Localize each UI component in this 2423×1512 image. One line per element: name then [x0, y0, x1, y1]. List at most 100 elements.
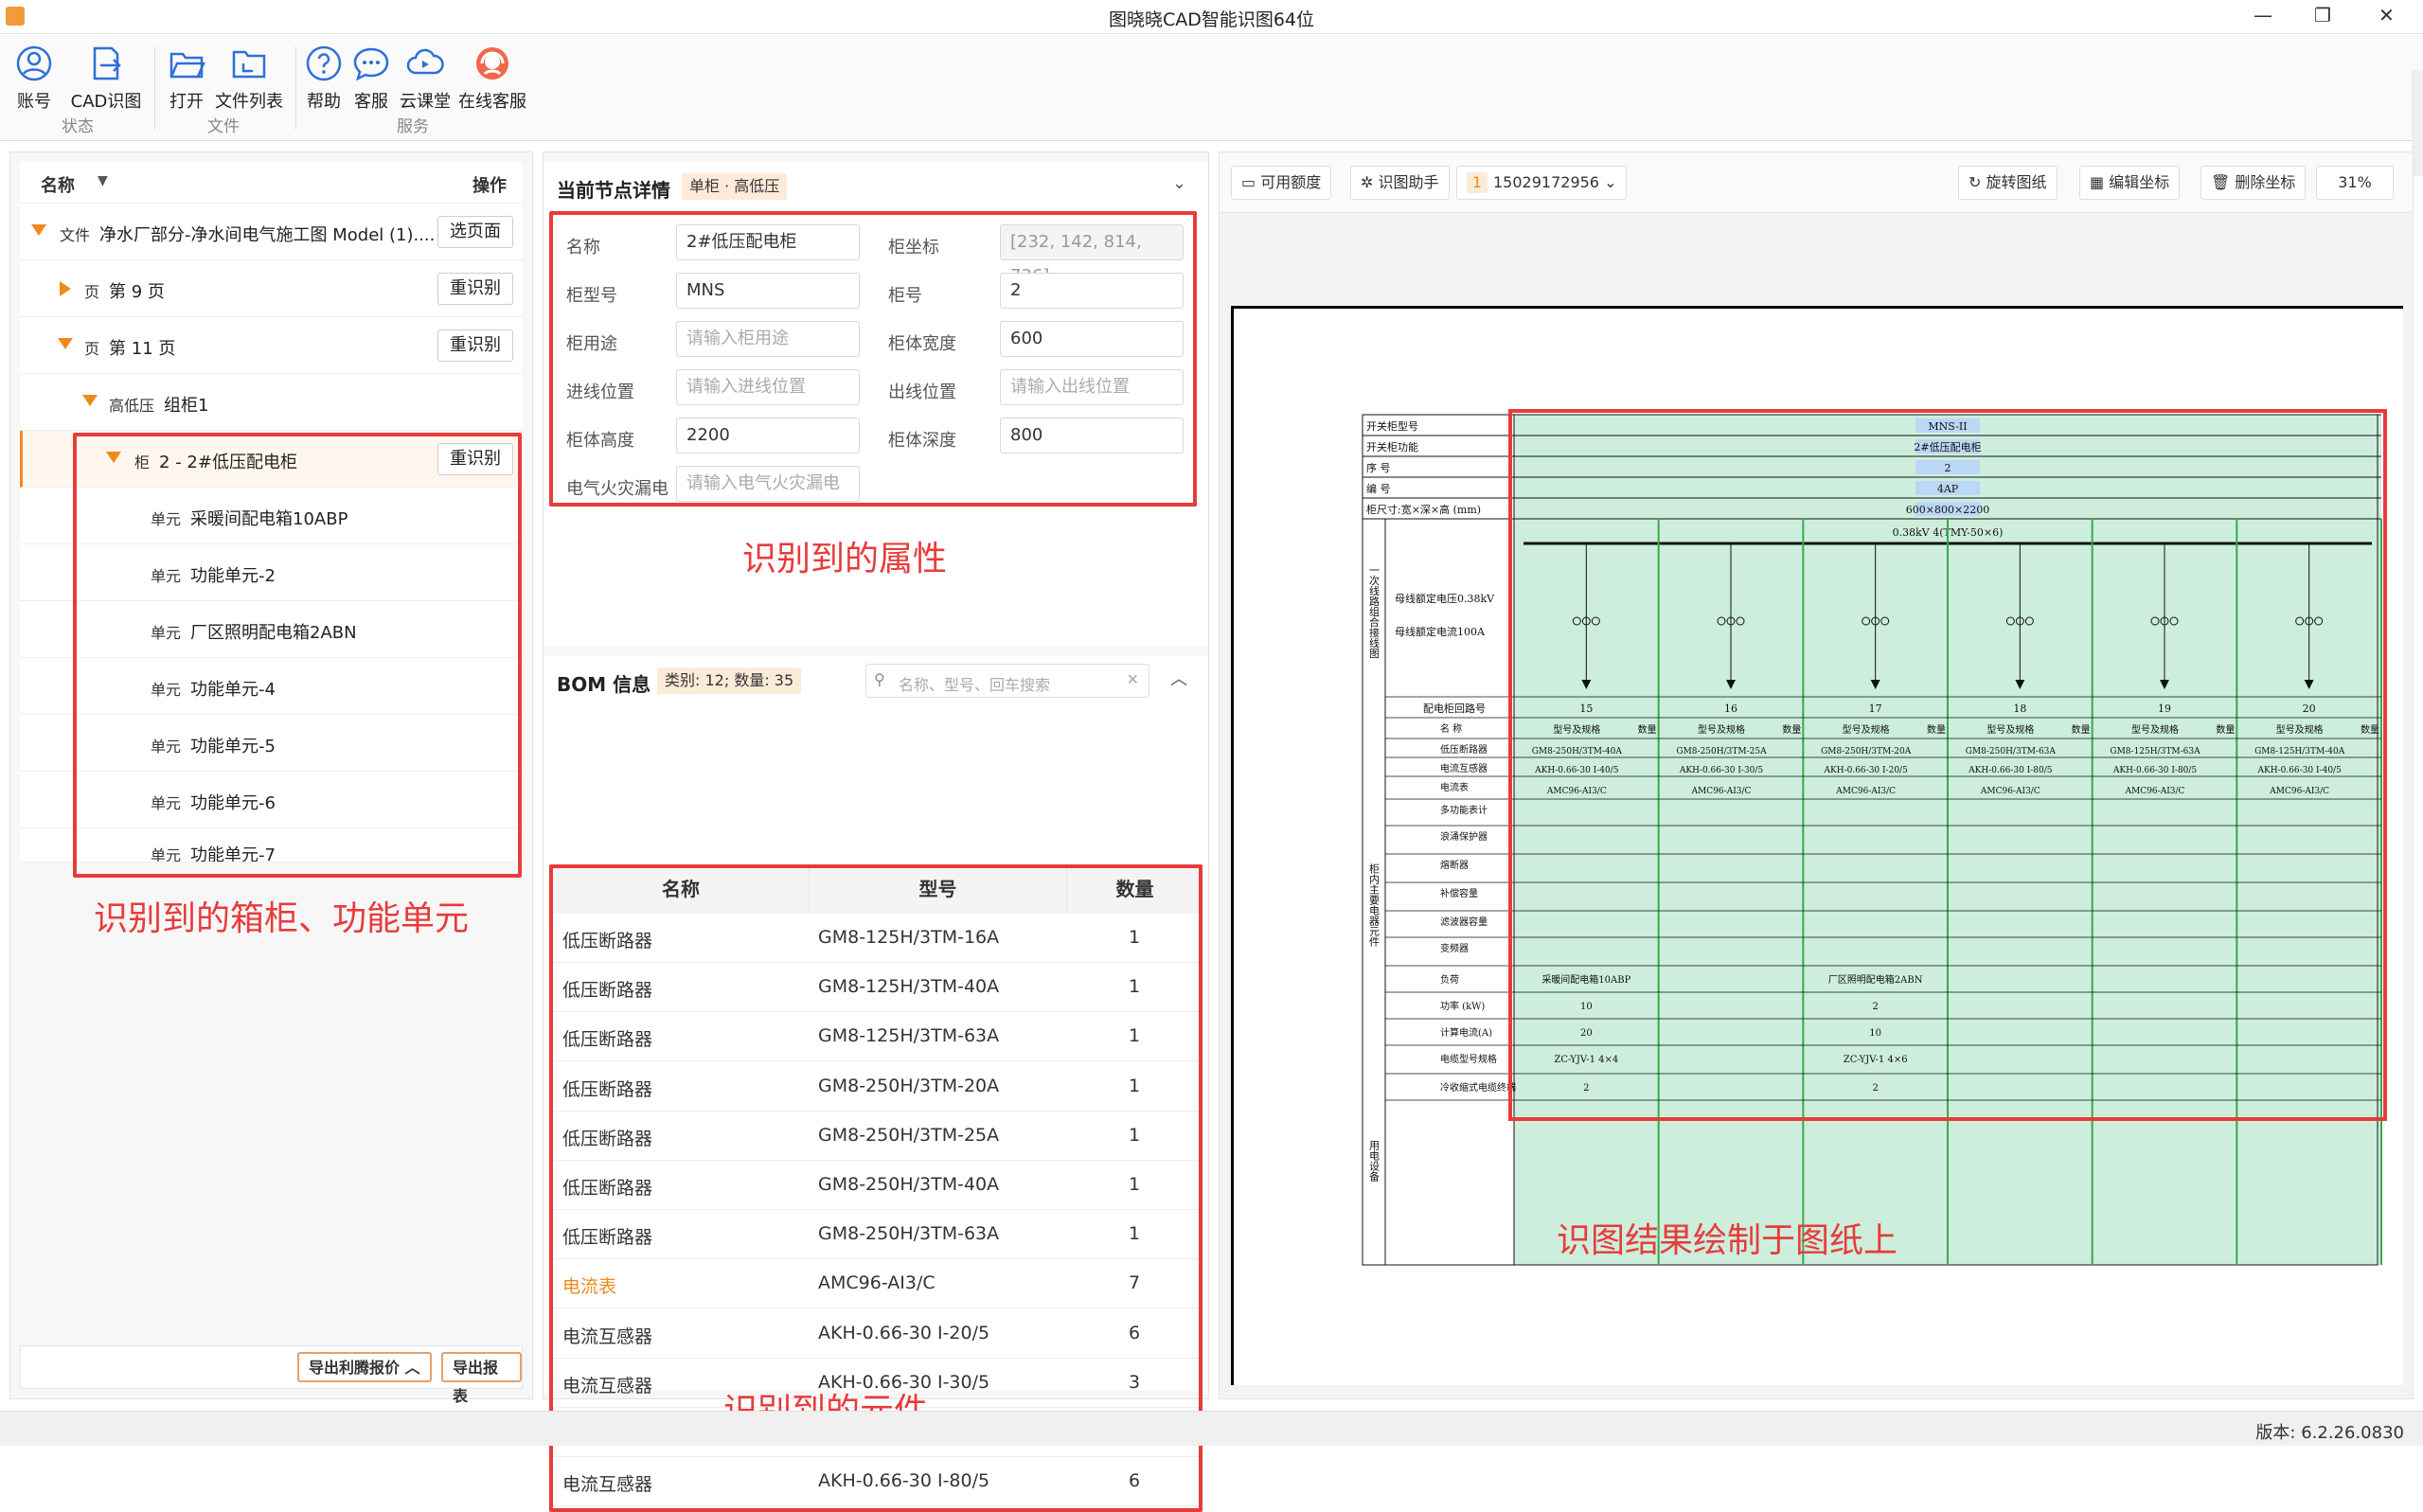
side-label: 柜内主要电器元件 — [1368, 863, 1381, 948]
usage-row-label: 计算电流(A) — [1440, 1026, 1492, 1039]
side-label: 一次线路组合接线图 — [1368, 565, 1381, 660]
cad-recognize-button[interactable]: CAD识图 — [66, 44, 146, 113]
ct-spec: AKH-0.66-30 I-80/5 — [2112, 766, 2198, 775]
tree-row-page-11[interactable]: 页第 11 页 重识别 — [20, 317, 523, 374]
clear-icon[interactable]: ✕ — [1127, 670, 1139, 688]
re-recognize-button[interactable]: 重识别 — [437, 273, 513, 305]
maximize-button[interactable]: ❐ — [2314, 4, 2331, 27]
toolbar-label: 在线客服 — [458, 92, 526, 112]
tree-row-file[interactable]: 文件 净水厂部分-净水间电气施工图 Model (1).... 选页面 — [20, 204, 523, 260]
re-recognize-button[interactable]: 重识别 — [437, 329, 513, 362]
expand-arrow-icon[interactable] — [82, 395, 98, 406]
zoom-level[interactable]: 31% — [2316, 166, 2394, 200]
usage-row-label: 负荷 — [1440, 973, 1459, 986]
spec-header: 型号及规格 — [1987, 723, 2034, 736]
sheet-top-value: 2#低压配电柜 — [1914, 441, 1981, 454]
meter-spec: AMC96-AI3/C — [1691, 787, 1752, 796]
spec-header: 型号及规格 — [2131, 723, 2179, 736]
collapse-chevron-icon[interactable]: ⌄ — [1172, 173, 1186, 193]
toolbar-label: 账号 — [17, 92, 51, 112]
toolbar-divider — [295, 46, 296, 130]
tree-header: 名称 ▼ 操作 — [20, 162, 523, 204]
sheet-row-label: 编 号 — [1366, 482, 1391, 495]
tree-row-group[interactable]: 高低压 组柜1 — [20, 374, 523, 431]
spec-header: 型号及规格 — [1843, 723, 1890, 736]
bom-count-pill: 类别: 12; 数量: 35 — [657, 667, 802, 694]
account-badge: 1 — [1467, 172, 1488, 193]
bom-search-input[interactable]: ⚲ 名称、型号、回车搜索 ✕ — [865, 664, 1149, 698]
meter-spec: AMC96-AI3/C — [1980, 787, 2040, 796]
export-report-button[interactable]: 导出报表 — [441, 1352, 522, 1405]
tree-row-page-9[interactable]: 页第 9 页 重识别 — [20, 260, 523, 317]
sheet-top-value: 600×800×2200 — [1906, 504, 1989, 516]
assistant-label: 识图助手 — [1378, 173, 1439, 191]
collapse-chevron-icon[interactable]: ︿ — [1170, 666, 1187, 690]
select-page-button[interactable]: 选页面 — [437, 216, 513, 248]
account-phone: 15029172956 — [1493, 173, 1599, 191]
file-list-button[interactable]: 文件列表 — [214, 44, 284, 113]
sheet-top-value: 4AP — [1937, 483, 1959, 495]
quota-label: 可用额度 — [1260, 173, 1322, 191]
meter-spec: AMC96-AI3/C — [1835, 787, 1896, 796]
quota-button[interactable]: ▭ 可用额度 — [1231, 166, 1332, 200]
assistant-button[interactable]: ✲ 识图助手 — [1350, 166, 1450, 200]
expand-arrow-icon[interactable] — [31, 224, 46, 236]
qty-header: 数量 — [2361, 723, 2379, 736]
assistant-icon: ✲ — [1361, 173, 1379, 191]
sheet-top-value: 2 — [1945, 462, 1951, 474]
usage-row-label: 冷收缩式电缆终端 — [1440, 1081, 1516, 1094]
account-selector[interactable]: 1 15029172956 ⌄ — [1456, 166, 1628, 200]
account-button[interactable]: 账号 — [13, 44, 55, 113]
title-bar: 图晓晓CAD智能识图64位 — ❐ ✕ — [0, 0, 2423, 34]
circuit-number: 16 — [1724, 703, 1737, 715]
sort-down-icon[interactable]: ▼ — [98, 173, 108, 188]
collapse-arrow-icon[interactable] — [60, 281, 71, 296]
load-current: 20 — [1580, 1028, 1593, 1039]
spec-header: 型号及规格 — [2276, 723, 2324, 736]
open-button[interactable]: 打开 — [166, 44, 207, 113]
load-name: 采暖间配电箱10ABP — [1541, 973, 1630, 986]
rotate-button[interactable]: ↻ 旋转图纸 — [1958, 166, 2058, 200]
delete-coords-button[interactable]: 🗑 删除坐标 — [2200, 166, 2307, 200]
breaker-spec: GM8-250H/3TM-25A — [1676, 747, 1767, 756]
version-text: 版本: 6.2.26.0830 — [2255, 1423, 2404, 1443]
toolbar-label: 客服 — [354, 92, 388, 112]
sheet-row-label: 开关柜型号 — [1366, 419, 1418, 433]
annotation-label-units: 识别到的箱柜、功能单元 — [94, 899, 470, 938]
cable-spec: ZC-YJV-1 4×4 — [1554, 1055, 1618, 1065]
chat-icon — [353, 47, 389, 81]
cable-spec: ZC-YJV-1 4×6 — [1844, 1055, 1908, 1065]
bom-title: BOM 信息 — [557, 673, 651, 696]
chevron-down-icon: ⌄ — [1604, 173, 1617, 191]
export-quote-label: 导出利腾报价 — [309, 1359, 401, 1377]
node-label: 组柜1 — [164, 396, 209, 416]
rotate-label: 旋转图纸 — [1986, 173, 2047, 191]
circuit-number: 20 — [2303, 703, 2316, 715]
minimize-button[interactable]: — — [2254, 4, 2272, 27]
bus-current-label: 母线额定电流100A — [1395, 625, 1486, 638]
export-icon — [93, 46, 121, 80]
node-type-tag: 文件 — [60, 226, 91, 244]
annotation-label-props: 识别到的属性 — [742, 540, 948, 578]
expand-arrow-icon[interactable] — [58, 338, 73, 349]
edit-coords-button[interactable]: ▦ 编辑坐标 — [2079, 166, 2181, 200]
component-row-label: 滤波器容量 — [1440, 916, 1488, 928]
window-title: 图晓晓CAD智能识图64位 — [1108, 9, 1315, 30]
export-quote-button[interactable]: 导出利腾报价 ︿ — [297, 1352, 432, 1382]
toolbar-label: 文件列表 — [215, 92, 283, 112]
side-label: 用电设备 — [1368, 1140, 1381, 1183]
component-row-label: 熔断器 — [1440, 859, 1469, 871]
circuit-row-label: 配电柜回路号 — [1423, 703, 1486, 715]
ct-spec: AKH-0.66-30 I-80/5 — [1968, 766, 2053, 775]
cloud-class-button[interactable]: 云课堂 — [396, 44, 454, 113]
group-label-service: 服务 — [397, 117, 429, 136]
close-button[interactable]: ✕ — [2378, 4, 2395, 27]
help-button[interactable]: 帮助 — [303, 44, 345, 113]
toolbar-divider — [154, 46, 155, 130]
support-button[interactable]: 客服 — [350, 44, 392, 113]
grid-icon: ▦ — [2090, 173, 2110, 191]
circuit-number: 15 — [1579, 703, 1593, 715]
column-name: 名称 — [41, 176, 75, 196]
online-support-button[interactable]: 在线客服 — [456, 44, 528, 113]
annotation-box-props — [549, 211, 1197, 507]
